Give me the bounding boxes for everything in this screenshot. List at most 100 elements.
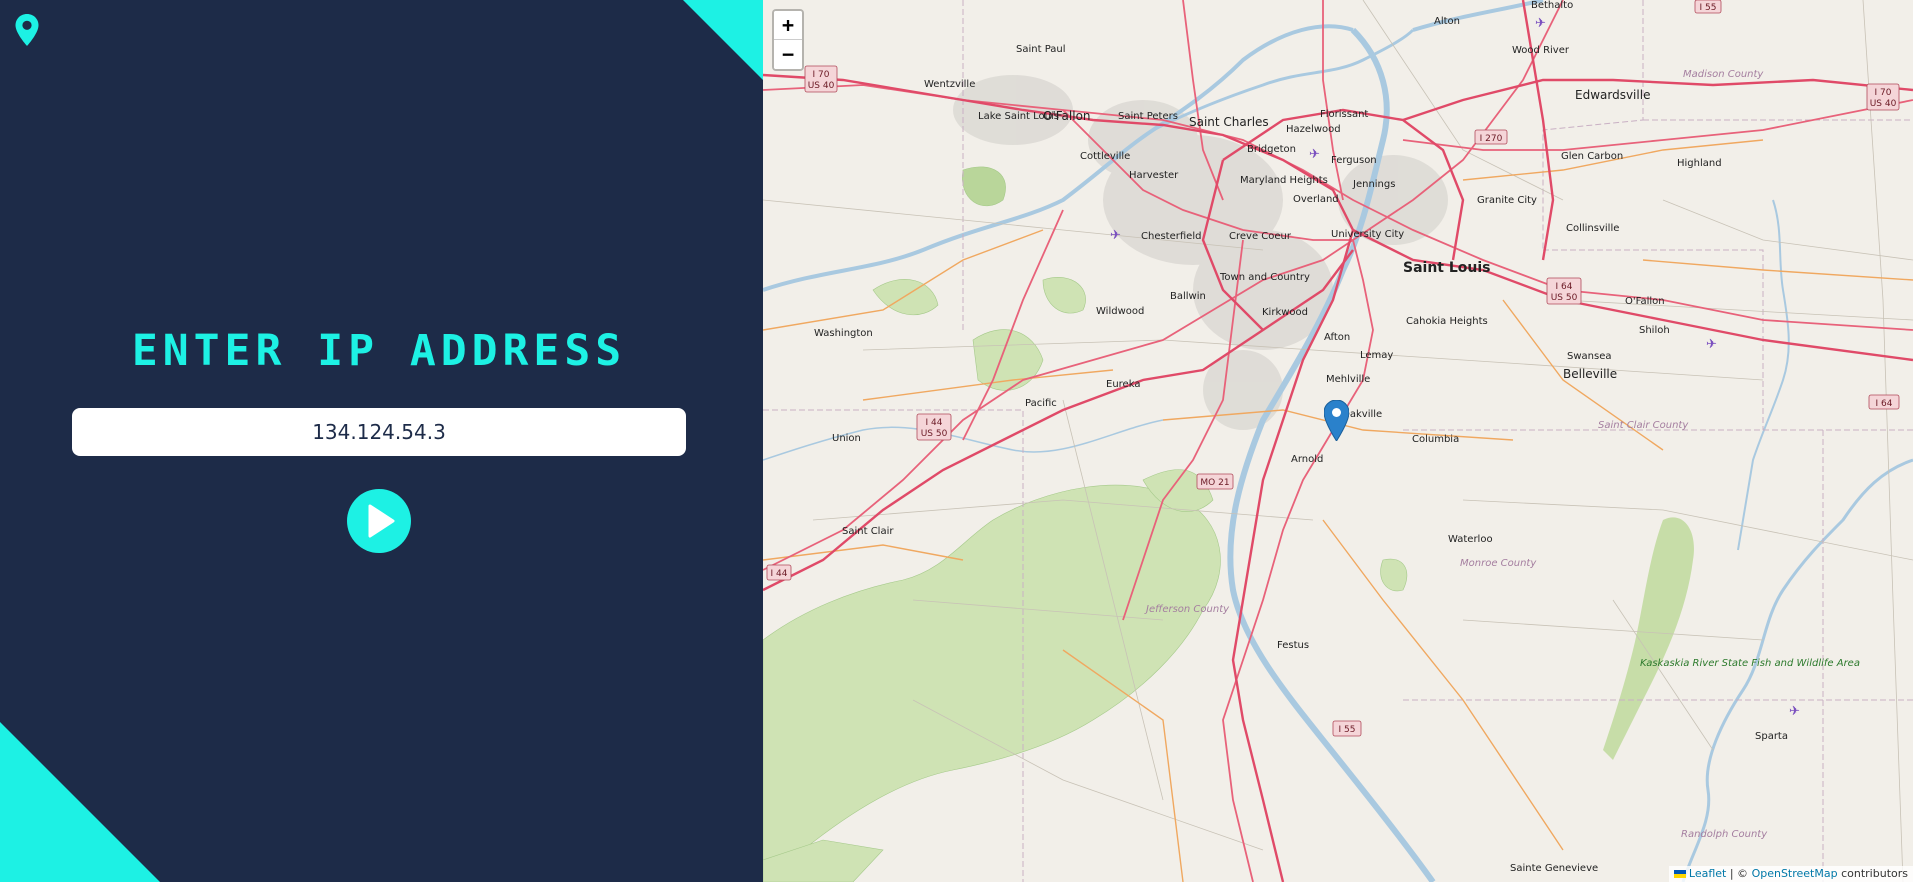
decorative-corner-bottom: [0, 722, 160, 882]
svg-text:Afton: Afton: [1324, 332, 1350, 343]
svg-text:I 44: I 44: [926, 418, 943, 428]
shield-i55-s: I 55: [1332, 720, 1362, 737]
shield-i64-us50: I 64 US 50: [1546, 277, 1582, 305]
svg-text:Eureka: Eureka: [1106, 379, 1140, 390]
svg-text:Arnold: Arnold: [1291, 454, 1323, 465]
svg-text:Monroe County: Monroe County: [1460, 558, 1537, 569]
shield-i44-us50: I 44 US 50: [916, 413, 952, 441]
svg-text:I 64: I 64: [1556, 282, 1573, 292]
svg-text:I 70: I 70: [813, 70, 830, 80]
svg-text:Collinsville: Collinsville: [1566, 223, 1619, 234]
location-pin-icon: [15, 14, 39, 46]
svg-text:Union: Union: [832, 433, 861, 444]
park-labels: Kaskaskia River State Fish and Wildlife …: [1640, 658, 1860, 669]
svg-text:Edwardsville: Edwardsville: [1575, 88, 1650, 102]
ukraine-flag-icon: [1673, 870, 1686, 878]
openstreetmap-link[interactable]: OpenStreetMap: [1752, 867, 1838, 880]
svg-text:Creve Coeur: Creve Coeur: [1229, 231, 1292, 242]
svg-text:Highland: Highland: [1677, 158, 1722, 169]
svg-text:MO 21: MO 21: [1200, 478, 1229, 488]
submit-button[interactable]: [347, 489, 411, 553]
svg-text:Wildwood: Wildwood: [1096, 306, 1144, 317]
airport-icon: ✈: [1706, 337, 1717, 352]
svg-text:Randolph County: Randolph County: [1681, 829, 1768, 840]
zoom-control: + −: [772, 9, 804, 71]
svg-text:Saint Clair County: Saint Clair County: [1598, 420, 1689, 431]
svg-text:University City: University City: [1331, 229, 1404, 240]
svg-text:Shiloh: Shiloh: [1639, 325, 1670, 336]
svg-text:Saint Louis: Saint Louis: [1403, 260, 1491, 276]
svg-text:Sainte Genevieve: Sainte Genevieve: [1510, 863, 1598, 874]
svg-text:Saint Paul: Saint Paul: [1016, 44, 1066, 55]
svg-text:O'Fallon: O'Fallon: [1625, 296, 1665, 307]
svg-text:Bethalto: Bethalto: [1531, 0, 1573, 11]
leaflet-link[interactable]: Leaflet: [1689, 867, 1726, 880]
svg-text:Festus: Festus: [1277, 640, 1309, 651]
map-view[interactable]: I 70 US 40 I 70 US 40 I 270 I 55 I 64 US…: [763, 0, 1913, 882]
svg-text:Saint Peters: Saint Peters: [1118, 111, 1178, 122]
shield-i70-us40-e: I 70 US 40: [1866, 83, 1900, 111]
svg-text:Ballwin: Ballwin: [1170, 291, 1206, 302]
svg-text:Town and Country: Town and Country: [1219, 272, 1310, 283]
airport-icon: ✈: [1789, 704, 1800, 719]
svg-text:Jefferson County: Jefferson County: [1144, 604, 1230, 615]
svg-text:Mehlville: Mehlville: [1326, 374, 1370, 385]
svg-text:Saint Clair: Saint Clair: [842, 526, 894, 537]
svg-text:Chesterfield: Chesterfield: [1141, 231, 1201, 242]
svg-text:Overland: Overland: [1293, 194, 1339, 205]
zoom-in-button[interactable]: +: [774, 11, 802, 40]
svg-text:Washington: Washington: [814, 328, 873, 339]
svg-text:Lemay: Lemay: [1360, 350, 1393, 361]
svg-text:Waterloo: Waterloo: [1448, 534, 1493, 545]
svg-text:Pacific: Pacific: [1025, 398, 1057, 409]
svg-text:I 55: I 55: [1339, 725, 1356, 735]
svg-text:I 55: I 55: [1700, 3, 1717, 13]
svg-text:US 50: US 50: [1551, 293, 1578, 303]
map-marker-icon[interactable]: [1324, 400, 1349, 441]
shield-i64-e: I 64: [1868, 394, 1900, 410]
airport-icon: ✈: [1110, 228, 1121, 243]
svg-text:Swansea: Swansea: [1567, 351, 1611, 362]
play-icon: [368, 504, 395, 538]
svg-text:Belleville: Belleville: [1563, 367, 1617, 381]
svg-text:Alton: Alton: [1434, 16, 1460, 27]
svg-text:I 64: I 64: [1876, 399, 1893, 409]
svg-text:Madison County: Madison County: [1683, 69, 1764, 80]
svg-text:Maryland Heights: Maryland Heights: [1240, 175, 1328, 186]
decorative-corner-top: [683, 0, 763, 80]
svg-text:US 40: US 40: [1870, 99, 1897, 109]
svg-text:Jennings: Jennings: [1352, 179, 1395, 190]
page-title: ENTER IP ADDRESS: [131, 326, 627, 376]
svg-text:Sparta: Sparta: [1755, 731, 1788, 742]
svg-text:Florissant: Florissant: [1320, 109, 1368, 120]
svg-text:I 70: I 70: [1875, 88, 1892, 98]
svg-text:Bridgeton: Bridgeton: [1247, 144, 1296, 155]
airport-icon: ✈: [1309, 147, 1320, 162]
attribution-separator: | ©: [1729, 867, 1749, 880]
svg-text:Cahokia Heights: Cahokia Heights: [1406, 316, 1488, 327]
park-areas: [1603, 517, 1694, 760]
map-tiles: I 70 US 40 I 70 US 40 I 270 I 55 I 64 US…: [763, 0, 1913, 882]
svg-text:Harvester: Harvester: [1129, 170, 1179, 181]
svg-text:I 44: I 44: [771, 569, 788, 579]
airport-icon: ✈: [1535, 16, 1546, 31]
attribution-suffix: contributors: [1841, 867, 1908, 880]
ip-address-input[interactable]: [72, 408, 686, 456]
svg-text:Hazelwood: Hazelwood: [1286, 124, 1341, 135]
svg-text:Cottleville: Cottleville: [1080, 151, 1130, 162]
svg-text:I 270: I 270: [1480, 134, 1503, 144]
zoom-out-button[interactable]: −: [774, 40, 802, 69]
svg-text:Kaskaskia River State Fish and: Kaskaskia River State Fish and Wildlife …: [1640, 658, 1860, 669]
shield-mo21: MO 21: [1196, 473, 1234, 490]
svg-text:US 50: US 50: [921, 429, 948, 439]
shield-i55-n: I 55: [1694, 0, 1722, 14]
svg-text:Glen Carbon: Glen Carbon: [1561, 151, 1623, 162]
map-attribution: Leaflet | © OpenStreetMap contributors: [1668, 866, 1913, 882]
svg-text:US 40: US 40: [808, 81, 835, 91]
svg-text:Granite City: Granite City: [1477, 195, 1537, 206]
svg-text:Ferguson: Ferguson: [1331, 155, 1377, 166]
svg-text:Kirkwood: Kirkwood: [1262, 307, 1308, 318]
svg-text:Saint Charles: Saint Charles: [1189, 115, 1269, 129]
svg-text:Columbia: Columbia: [1412, 434, 1459, 445]
svg-text:Wood River: Wood River: [1512, 45, 1570, 56]
